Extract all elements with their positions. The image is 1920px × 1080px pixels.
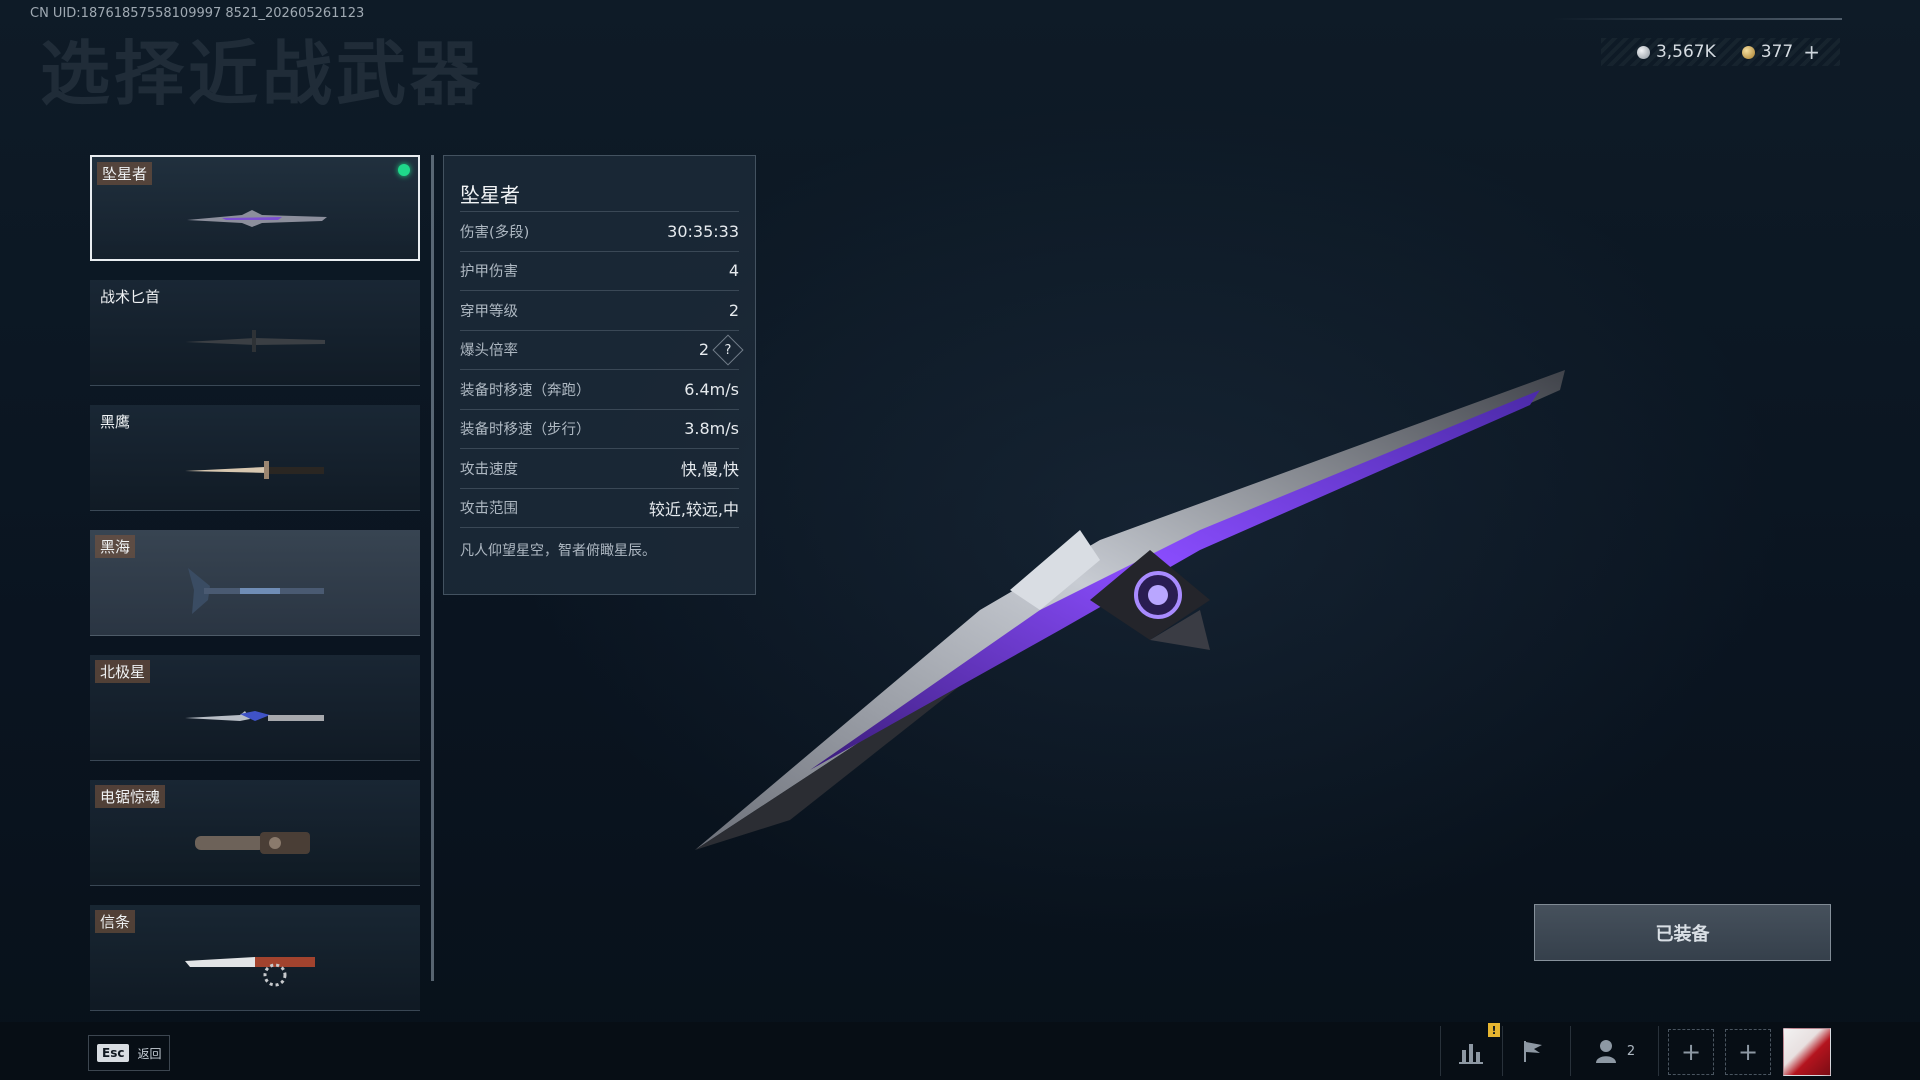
equipped-button[interactable]: 已装备: [1534, 904, 1831, 961]
divider: [1440, 1026, 1441, 1076]
creed-knife-icon: [185, 957, 315, 987]
gold-coin-icon: [1741, 45, 1755, 59]
weapon-name: 战术匕首: [100, 288, 161, 306]
silver-amount: 3,567K: [1655, 42, 1716, 62]
stat-label: 装备时移速（奔跑）: [460, 382, 591, 399]
stat-label: 攻击范围: [460, 501, 518, 518]
stat-row: 穿甲等级 2: [460, 290, 739, 330]
stat-label: 伤害(多段): [460, 224, 530, 241]
weapon-card-black-sea[interactable]: 黑海: [90, 530, 420, 636]
esc-key: Esc: [97, 1044, 130, 1062]
starfall-knife-icon: [187, 210, 327, 227]
add-slot-button[interactable]: +: [1725, 1029, 1771, 1075]
weapon-card-creed[interactable]: 信条: [90, 905, 420, 1011]
black-sea-axe-icon: [188, 568, 324, 614]
divider: [1570, 1026, 1571, 1076]
stage: CN UID:18761857558109997 8521_2026052611…: [0, 0, 1920, 1080]
friends-count: 2: [1626, 1043, 1636, 1059]
silver-coin-icon: [1636, 45, 1650, 59]
gold-currency: 377 +: [1741, 40, 1820, 64]
weapon-list-scrollbar[interactable]: [431, 155, 434, 981]
weapon-card-tactical-dagger[interactable]: 战术匕首: [90, 280, 420, 386]
stat-value: 30:35:33: [667, 221, 739, 241]
bar-chart-icon: [1459, 1044, 1483, 1064]
stats-chart-button[interactable]: [1450, 1026, 1492, 1076]
avatar[interactable]: [1783, 1028, 1831, 1076]
weapon-name: 电锯惊魂: [95, 785, 166, 808]
silver-currency: 3,567K: [1636, 42, 1716, 62]
stats-title: 坠星者: [460, 183, 520, 207]
weapon-card-polaris[interactable]: 北极星: [90, 655, 420, 761]
chainsaw-icon: [195, 832, 310, 854]
stat-label: 护甲伤害: [460, 264, 518, 281]
weapon-card-chainsaw[interactable]: 电锯惊魂: [90, 780, 420, 886]
add-slot-button[interactable]: +: [1668, 1029, 1714, 1075]
flag-button[interactable]: [1512, 1026, 1554, 1076]
weapon-name: 黑鹰: [100, 413, 131, 431]
flag-icon: [1524, 1041, 1542, 1062]
stat-label: 穿甲等级: [460, 303, 518, 320]
back-label: 返回: [137, 1046, 162, 1061]
divider: [1658, 1026, 1659, 1076]
stat-label: 装备时移速（步行）: [460, 422, 591, 439]
friends-icon: [1595, 1040, 1616, 1063]
equipped-indicator-icon: [398, 164, 410, 176]
black-hawk-knife-icon: [185, 461, 324, 479]
weapon-list: 坠星者 战术匕首 黑鹰 黑海 北极星 电锯惊魂 信条: [90, 155, 420, 1030]
alert-badge: !: [1488, 1023, 1500, 1037]
weapon-card-starfall[interactable]: 坠星者: [90, 155, 420, 261]
weapon-name: 坠星者: [97, 162, 153, 185]
weapon-card-black-hawk[interactable]: 黑鹰: [90, 405, 420, 511]
weapon-name: 信条: [95, 910, 136, 933]
currency-bar: 3,567K 377 +: [1600, 38, 1840, 66]
weapon-name: 黑海: [95, 535, 136, 558]
stat-row: 护甲伤害 4: [460, 250, 739, 291]
polaris-knife-icon: [185, 711, 324, 721]
tactical-dagger-icon: [185, 330, 325, 352]
stat-value: 4: [728, 261, 739, 281]
stat-label: 攻击速度: [460, 461, 518, 478]
friends-button[interactable]: 2: [1585, 1026, 1645, 1076]
divider: [1502, 1026, 1503, 1076]
stat-value: 2: [728, 300, 739, 320]
back-button[interactable]: Esc 返回: [88, 1035, 171, 1071]
top-divider: [1552, 18, 1842, 20]
gold-amount: 377: [1760, 42, 1794, 62]
weapon-name: 北极星: [95, 660, 151, 683]
page-title: 选择近战武器: [40, 33, 484, 115]
starfall-knife-render-icon: [695, 370, 1565, 850]
stat-label: 爆头倍率: [460, 343, 518, 360]
add-currency-button[interactable]: +: [1803, 40, 1820, 64]
stat-row: 伤害(多段) 30:35:33: [460, 211, 739, 251]
